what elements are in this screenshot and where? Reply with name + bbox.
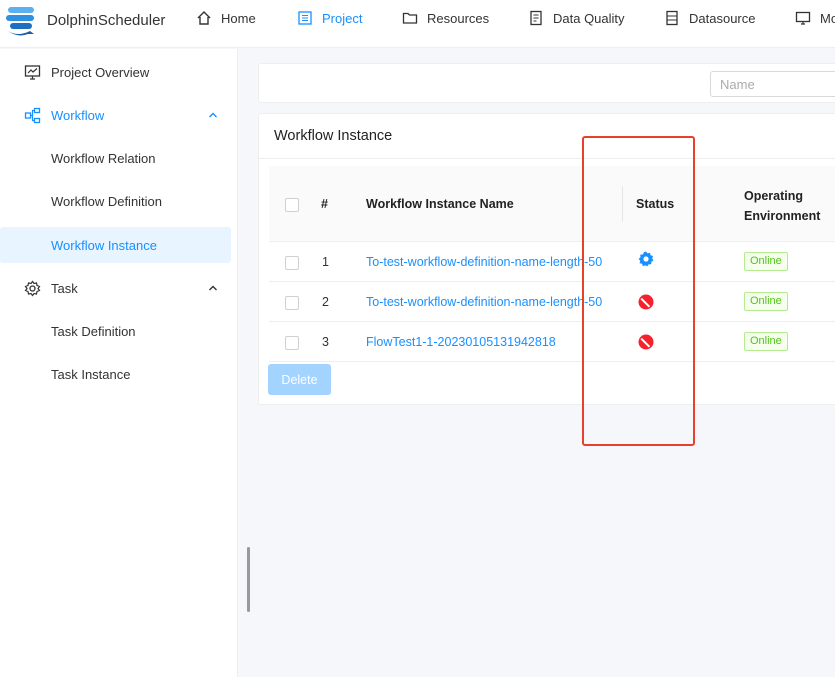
gear-icon: [24, 280, 41, 296]
online-badge: Online: [744, 252, 788, 271]
row-index: 3: [322, 335, 329, 349]
sidebar-item-label: Workflow Definition: [51, 193, 163, 209]
sidebar-item-workflow-relation[interactable]: Workflow Relation: [0, 140, 231, 176]
nav-datasource[interactable]: Datasource: [664, 0, 755, 36]
column-header-name: Workflow Instance Name: [366, 197, 514, 211]
row-index: 2: [322, 295, 329, 309]
scrollbar-thumb[interactable]: [247, 547, 250, 612]
sidebar-item-project-overview[interactable]: Project Overview: [0, 54, 231, 90]
sidebar-item-label: Workflow Relation: [51, 150, 156, 166]
sidebar-item-task-instance[interactable]: Task Instance: [0, 356, 231, 392]
divider: [259, 158, 835, 159]
online-badge: Online: [744, 332, 788, 351]
table-row[interactable]: 2 To-test-workflow-definition-name-lengt…: [269, 282, 835, 322]
sidebar-item-label: Workflow Instance: [51, 237, 157, 253]
nav-resources[interactable]: Resources: [402, 0, 489, 36]
sidebar-item-task[interactable]: Task: [0, 270, 231, 306]
select-all-checkbox[interactable]: [285, 198, 299, 212]
data-quality-icon: [530, 10, 542, 26]
column-header-environment: Operating Environment: [744, 189, 821, 223]
name-search-input[interactable]: [710, 71, 835, 97]
sidebar-item-workflow-instance[interactable]: Workflow Instance: [0, 227, 231, 263]
workflow-instance-card: Workflow Instance # Workflow Instance Na…: [258, 113, 835, 405]
app-logo[interactable]: DolphinScheduler: [4, 4, 165, 36]
sidebar: Project Overview Workflow Workflow Relat…: [0, 49, 238, 677]
monitor-icon: [795, 11, 811, 25]
datasource-icon: [666, 10, 678, 26]
chevron-up-icon[interactable]: [207, 282, 219, 294]
card-title: Workflow Instance: [274, 128, 393, 144]
sidebar-item-label: Task Instance: [51, 366, 131, 382]
home-icon: [197, 11, 211, 25]
online-badge: Online: [744, 292, 788, 311]
nav-project-label: Project: [322, 10, 363, 26]
sidebar-item-workflow[interactable]: Workflow: [0, 97, 231, 133]
nav-home-label: Home: [221, 10, 256, 26]
app-name: DolphinScheduler: [47, 11, 166, 29]
top-nav: DolphinScheduler Home Project Resources …: [0, 0, 835, 48]
table-header: # Workflow Instance Name Status Operatin…: [269, 166, 835, 242]
nav-resources-label: Resources: [427, 10, 490, 26]
chevron-up-icon[interactable]: [207, 109, 219, 121]
nav-datasource-label: Datasource: [689, 10, 756, 26]
row-checkbox[interactable]: [285, 256, 299, 270]
row-index: 1: [322, 255, 329, 269]
nav-monitor[interactable]: Mo: [795, 0, 835, 36]
nav-home[interactable]: Home: [196, 0, 256, 36]
table-row[interactable]: 1 To-test-workflow-definition-name-lengt…: [269, 242, 835, 282]
sidebar-item-label: Project Overview: [51, 64, 150, 80]
sidebar-item-workflow-definition[interactable]: Workflow Definition: [0, 183, 231, 219]
nav-data-quality-label: Data Quality: [553, 10, 625, 26]
workflow-icon: [24, 107, 41, 123]
table-row[interactable]: 3 FlowTest1-1-20230105131942818 Online: [269, 322, 835, 362]
sidebar-item-label: Task: [51, 280, 78, 296]
nav-data-quality[interactable]: Data Quality: [528, 0, 625, 36]
row-checkbox[interactable]: [285, 296, 299, 310]
dolphin-logo-icon: [6, 7, 34, 36]
nav-project[interactable]: Project: [297, 0, 362, 36]
folder-icon: [402, 12, 418, 24]
annotation-highlight-box: [582, 136, 695, 446]
sidebar-item-task-definition[interactable]: Task Definition: [0, 313, 231, 349]
sidebar-item-label: Task Definition: [51, 323, 136, 339]
project-overview-icon: [24, 64, 41, 80]
sidebar-item-label: Workflow: [51, 107, 105, 123]
project-icon: [298, 11, 312, 25]
filter-bar: [258, 63, 835, 103]
nav-monitor-label: Mo: [820, 10, 835, 26]
row-checkbox[interactable]: [285, 336, 299, 350]
column-header-index: #: [321, 197, 328, 211]
delete-button[interactable]: Delete: [268, 364, 331, 395]
